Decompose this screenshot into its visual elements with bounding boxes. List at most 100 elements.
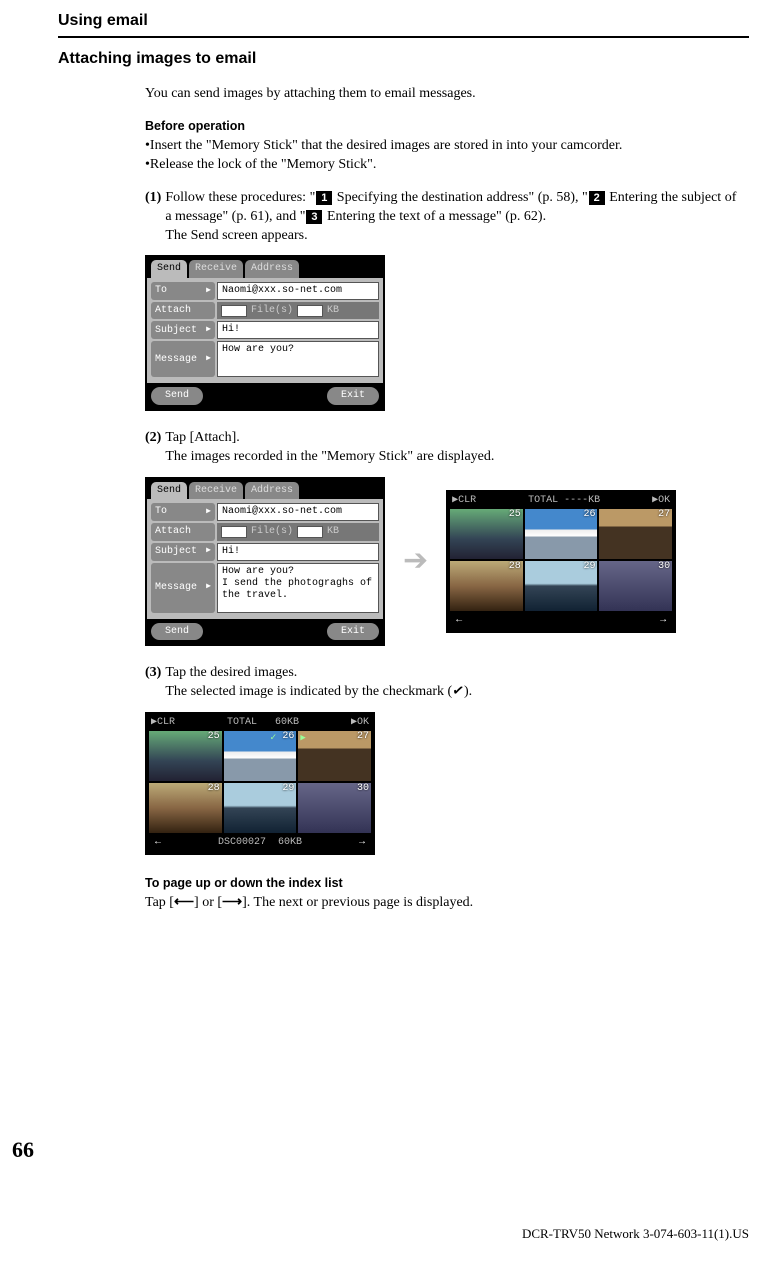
send-screen-1: Send Receive Address To▶ Naomi@xxx.so-ne…: [145, 255, 385, 411]
step3-line2b: ).: [464, 684, 472, 699]
play-indicator-icon: ▶: [300, 732, 305, 744]
thumb-27[interactable]: ▶27: [298, 731, 371, 781]
footer-text: DCR-TRV50 Network 3-074-603-11(1).US: [522, 1225, 749, 1243]
step2-body: Tap [Attach]. The images recorded in the…: [165, 429, 739, 467]
before-heading: Before operation: [145, 118, 739, 135]
total-label: TOTAL ----KB: [528, 494, 600, 508]
clr-button[interactable]: ▶CLR: [151, 716, 175, 730]
page-number: 66: [12, 1135, 34, 1165]
message-field[interactable]: How are you? I send the photograghs of t…: [217, 563, 379, 613]
chevron-right-icon: ▶: [206, 286, 211, 297]
exit-button[interactable]: Exit: [327, 623, 379, 641]
send-button[interactable]: Send: [151, 623, 203, 641]
thumb-30[interactable]: 30: [298, 783, 371, 833]
thumb-29[interactable]: 29: [224, 783, 297, 833]
step1-text-d: Entering the text of a message" (p. 62).: [323, 209, 546, 224]
arrow-right-icon: ⟶: [222, 895, 242, 910]
divider: [58, 36, 749, 38]
thumb-26[interactable]: ✓26: [224, 731, 297, 781]
numbox-1: 1: [316, 191, 332, 205]
tab-address[interactable]: Address: [245, 260, 299, 278]
chevron-right-icon: ▶: [206, 354, 211, 365]
attach-field: File(s) KB: [217, 302, 379, 320]
thumb-27[interactable]: 27: [599, 509, 672, 559]
send-screen-2: Send Receive Address To▶ Naomi@xxx.so-ne…: [145, 477, 385, 647]
to-field[interactable]: Naomi@xxx.so-net.com: [217, 282, 379, 300]
subject-field[interactable]: Hi!: [217, 321, 379, 339]
thumb-25[interactable]: 25: [149, 731, 222, 781]
page-hint-text: Tap [⟵] or [⟶]. The next or previous pag…: [145, 894, 739, 913]
label-attach[interactable]: Attach: [151, 523, 215, 541]
files-count-box: [221, 305, 247, 317]
page-prev-icon[interactable]: ←: [456, 614, 462, 628]
exit-button[interactable]: Exit: [327, 387, 379, 405]
label-attach[interactable]: Attach: [151, 302, 215, 320]
ok-button[interactable]: ▶OK: [652, 494, 670, 508]
thumbnail-grid-1: ▶CLR TOTAL ----KB ▶OK 25 26 27 28 29 30 …: [446, 490, 676, 633]
tab-send[interactable]: Send: [151, 482, 187, 500]
thumb-25[interactable]: 25: [450, 509, 523, 559]
page-next-icon[interactable]: →: [660, 614, 666, 628]
step3-number: (3): [145, 664, 161, 702]
kb-label: KB: [327, 304, 339, 318]
thumb-26[interactable]: 26: [525, 509, 598, 559]
files-label: File(s): [251, 304, 293, 318]
step3-line2a: The selected image is indicated by the c…: [165, 684, 452, 699]
total-label: TOTAL: [227, 717, 257, 728]
numbox-3: 3: [306, 210, 322, 224]
arrow-left-icon: ⟵: [174, 895, 194, 910]
thumb-30[interactable]: 30: [599, 561, 672, 611]
label-message: Message▶: [151, 563, 215, 613]
label-to: To▶: [151, 503, 215, 521]
step1-text-b: Specifying the destination address" (p. …: [333, 190, 587, 205]
filename: DSC00027: [218, 837, 266, 848]
files-label: File(s): [251, 525, 293, 539]
step3-body: Tap the desired images. The selected ima…: [165, 664, 739, 702]
checkmark-icon: ✓: [451, 682, 466, 703]
thumb-29[interactable]: 29: [525, 561, 598, 611]
clr-button[interactable]: ▶CLR: [452, 494, 476, 508]
chevron-right-icon: ▶: [206, 507, 211, 518]
chevron-right-icon: ▶: [206, 546, 211, 557]
step2-line1: Tap [Attach].: [165, 430, 239, 445]
kb-box: [297, 526, 323, 538]
tab-address[interactable]: Address: [245, 482, 299, 500]
page-prev-icon[interactable]: ←: [155, 836, 161, 850]
step1-number: (1): [145, 189, 161, 246]
chevron-right-icon: ▶: [206, 582, 211, 593]
label-subject: Subject▶: [151, 321, 215, 339]
step3-line1: Tap the desired images.: [165, 665, 297, 680]
subject-field[interactable]: Hi!: [217, 543, 379, 561]
attach-field: File(s) KB: [217, 523, 379, 541]
step2-line2: The images recorded in the "Memory Stick…: [165, 449, 494, 464]
step1-text-e: The Send screen appears.: [165, 228, 307, 243]
step1-text-a: Follow these procedures: ": [165, 190, 315, 205]
thumb-28[interactable]: 28: [450, 561, 523, 611]
kb-box: [297, 305, 323, 317]
section-title: Attaching images to email: [58, 48, 749, 70]
send-button[interactable]: Send: [151, 387, 203, 405]
ok-button[interactable]: ▶OK: [351, 716, 369, 730]
tab-receive[interactable]: Receive: [189, 482, 243, 500]
label-message: Message▶: [151, 341, 215, 377]
page-next-icon[interactable]: →: [359, 836, 365, 850]
step1-body: Follow these procedures: "1 Specifying t…: [165, 189, 739, 246]
total-kb: 60KB: [275, 717, 299, 728]
thumb-28[interactable]: 28: [149, 783, 222, 833]
chevron-right-icon: ▶: [206, 325, 211, 336]
step2-number: (2): [145, 429, 161, 467]
arrow-right-icon: ➔: [403, 541, 428, 582]
label-to: To▶: [151, 282, 215, 300]
filesize: 60KB: [278, 837, 302, 848]
tab-receive[interactable]: Receive: [189, 260, 243, 278]
intro-text: You can send images by attaching them to…: [145, 85, 739, 104]
numbox-2: 2: [589, 191, 605, 205]
before-bullet-2: •Release the lock of the "Memory Stick".: [145, 156, 739, 175]
label-subject: Subject▶: [151, 543, 215, 561]
to-field[interactable]: Naomi@xxx.so-net.com: [217, 503, 379, 521]
message-field[interactable]: How are you?: [217, 341, 379, 377]
thumbnail-grid-2: ▶CLR TOTAL 60KB ▶OK 25 ✓26 ▶27 28 29 30 …: [145, 712, 375, 855]
tab-send[interactable]: Send: [151, 260, 187, 278]
files-count-box: [221, 526, 247, 538]
chapter-title: Using email: [58, 10, 749, 32]
